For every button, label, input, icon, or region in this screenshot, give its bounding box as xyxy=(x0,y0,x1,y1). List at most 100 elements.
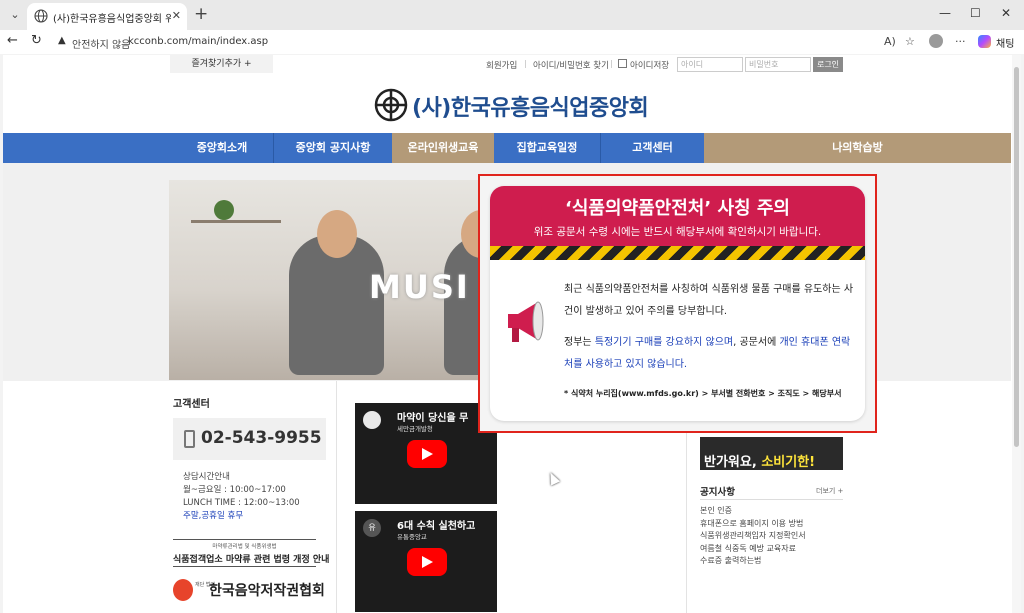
password-input[interactable]: 비밀번호 xyxy=(745,57,811,72)
notices-divider xyxy=(700,499,843,500)
signup-link[interactable]: 회원가입 xyxy=(486,59,517,71)
plant-decoration xyxy=(214,200,234,220)
notices-list: 본인 인증 휴대폰으로 홈페이지 이용 방법 식품위생관리책임자 지정확인서 여… xyxy=(700,505,806,568)
new-tab-button[interactable]: + xyxy=(194,4,208,24)
login-button[interactable]: 로그인 xyxy=(813,57,843,72)
profile-avatar[interactable] xyxy=(929,34,943,48)
channel-icon xyxy=(363,411,381,429)
popup-card: ‘식품의약품안전처’ 사칭 주의 위조 공문서 수령 시에는 반드시 해당부서에… xyxy=(490,186,865,421)
phone-box: 02-543-9955 xyxy=(173,418,326,460)
globe-icon xyxy=(34,9,48,23)
menu-item-my-study[interactable]: 나의학습방 xyxy=(704,133,1011,163)
notices-more-link[interactable]: 더보기 + xyxy=(816,486,843,496)
url-field[interactable]: ▲ 안전하지 않음 kcconb.com/main/index.asp xyxy=(52,32,922,52)
video-title: 마약이 당신을 무 xyxy=(397,413,469,424)
maximize-button[interactable]: ☐ xyxy=(970,6,981,20)
list-item[interactable]: 수료증 출력하는법 xyxy=(700,555,806,568)
popup-paragraph-1: 최근 식품의약품안전처를 사칭하여 식품위생 물품 구매를 유도하는 사건이 발… xyxy=(564,284,854,317)
customer-center-title: 고객센터 xyxy=(173,399,210,410)
address-bar-row: ← ↻ ▲ 안전하지 않음 kcconb.com/main/index.asp … xyxy=(0,30,1024,54)
list-item[interactable]: 휴대폰으로 홈페이지 이용 방법 xyxy=(700,518,806,531)
tab-title: (사)한국유흥음식업중앙회 위생교 xyxy=(53,14,171,25)
separator: | xyxy=(610,59,613,68)
main-menu: 중앙회소개 중앙회 공지사항 온라인위생교육 집합교육일정 고객센터 나의학습방 xyxy=(3,133,1011,163)
browser-tab[interactable]: (사)한국유흥음식업중앙회 위생교 ✕ xyxy=(27,3,187,30)
menu-item-online-education[interactable]: 온라인위생교육 xyxy=(392,133,494,163)
komca-banner[interactable]: 재단 법인 한국음악저작권협회 xyxy=(173,577,325,605)
para2-a: 정부는 xyxy=(564,337,595,348)
add-favorites-button[interactable]: 즐겨찾기추가 + xyxy=(170,55,273,73)
back-button[interactable]: ← xyxy=(7,33,18,48)
para2-b: 특정기기 구매를 강요하지 않으며 xyxy=(594,337,734,348)
lunch-hours: LUNCH TIME : 12:00~13:00 xyxy=(183,498,300,508)
column-divider xyxy=(336,381,337,613)
reload-button[interactable]: ↻ xyxy=(31,33,42,48)
favorite-star-icon[interactable]: ☆ xyxy=(905,35,915,48)
menu-item-notices[interactable]: 중앙회 공지사항 xyxy=(274,133,392,163)
id-input[interactable]: 아이디 xyxy=(677,57,743,72)
popup-footer: * 식약처 누리집(www.mfds.go.kr) > 부서별 전화번호 > 조… xyxy=(564,389,842,398)
weekday-hours: 월~금요일 : 10:00~17:00 xyxy=(183,485,286,495)
video-thumbnail[interactable]: 마약이 당신을 무 세만금개발청 xyxy=(355,403,497,504)
phone-icon xyxy=(184,430,195,448)
video-thumbnail[interactable]: 유 6대 수칙 실천하고 유통중앙교 xyxy=(355,511,497,612)
site-logo[interactable]: (사)한국유흥음식업중앙회 xyxy=(374,87,684,123)
list-item[interactable]: 식품위생관리책임자 지정확인서 xyxy=(700,530,806,543)
video-title: 6대 수칙 실천하고 xyxy=(397,521,476,532)
scrollbar-thumb[interactable] xyxy=(1014,67,1019,447)
megaphone-icon xyxy=(508,301,544,342)
play-icon[interactable] xyxy=(407,548,447,576)
save-id-label: 아이디저장 xyxy=(630,61,670,71)
banner-text: MUSI xyxy=(369,268,470,306)
copilot-icon[interactable] xyxy=(978,35,991,48)
closed-days: 주말,공휴일 휴무 xyxy=(183,511,244,521)
site-name: (사)한국유흥음식업중앙회 xyxy=(412,96,649,121)
shelf-decoration xyxy=(191,220,281,223)
popup-subtitle: 위조 공문서 수령 시에는 반드시 해당부서에 확인하시기 바랍니다. xyxy=(533,226,822,238)
more-options-icon[interactable]: ··· xyxy=(955,35,966,48)
tab-list-button[interactable]: ⌄ xyxy=(6,6,24,24)
read-aloud-icon[interactable]: A) xyxy=(884,35,896,48)
tab-close-icon[interactable]: ✕ xyxy=(172,9,181,22)
popup-title: ‘식품의약품안전처’ 사칭 주의 xyxy=(565,198,790,219)
banner-image[interactable]: MUSI xyxy=(169,180,494,380)
menu-item-customer-center[interactable]: 고객센터 xyxy=(601,133,704,163)
separator: | xyxy=(524,59,527,68)
notice-banner-small: 마약류관리법 및 식품위생법 xyxy=(212,544,277,550)
consult-hours: 상담시간안내 월~금요일 : 10:00~17:00 LUNCH TIME : … xyxy=(183,471,300,523)
url-text[interactable]: kcconb.com/main/index.asp xyxy=(128,36,268,47)
banner-text-b: 소비기한! xyxy=(761,455,816,470)
notices-title: 공지사항 xyxy=(700,487,735,498)
list-item[interactable]: 본인 인증 xyxy=(700,505,806,518)
warning-icon[interactable]: ▲ xyxy=(58,35,66,46)
menu-item-group-schedule[interactable]: 집합교육일정 xyxy=(494,133,600,163)
save-id-checkbox[interactable] xyxy=(618,59,627,68)
komca-logo-icon xyxy=(173,579,193,601)
browser-tab-bar: ⌄ (사)한국유흥음식업중앙회 위생교 ✕ + — ☐ ✕ xyxy=(0,0,1024,30)
banner-text-a: 반가워요, xyxy=(704,455,762,470)
list-item[interactable]: 여름철 식중독 예방 교육자료 xyxy=(700,543,806,556)
person-head xyxy=(317,210,357,258)
phone-number[interactable]: 02-543-9955 xyxy=(201,428,322,448)
menu-item-about[interactable]: 중앙회소개 xyxy=(171,133,273,163)
find-id-password-link[interactable]: 아이디/비밀번호 찾기 xyxy=(533,59,609,71)
expiry-banner-text: 반가워요, 소비기한! xyxy=(704,451,815,470)
window-close-button[interactable]: ✕ xyxy=(1001,6,1011,20)
expiry-date-banner[interactable]: 반가워요, 소비기한! xyxy=(700,437,843,470)
drug-law-notice-banner[interactable]: 마약류관리법 및 식품위생법 식품접객업소 마약류 관련 법령 개정 안내 xyxy=(173,539,330,567)
warning-popup[interactable]: ‘식품의약품안전처’ 사칭 주의 위조 공문서 수령 시에는 반드시 해당부서에… xyxy=(478,174,877,433)
insecure-label: 안전하지 않음 xyxy=(72,40,131,51)
popup-paragraph-2: 정부는 특정기기 구매를 강요하지 않으며, 공문서에 개인 휴대폰 연락처를 … xyxy=(564,332,854,376)
video-channel: 세만금개발청 xyxy=(397,425,433,433)
komca-name: 한국음악저작권협회 xyxy=(209,583,325,599)
play-icon[interactable] xyxy=(407,440,447,468)
video-channel: 유통중앙교 xyxy=(397,533,427,541)
para2-c: , 공문서에 xyxy=(733,337,780,348)
chat-button[interactable]: 채팅 xyxy=(996,35,1014,50)
minimize-button[interactable]: — xyxy=(939,6,951,20)
channel-icon: 유 xyxy=(363,519,381,537)
utility-nav: 즐겨찾기추가 + 회원가입 | 아이디/비밀번호 찾기 | 아이디저장 아이디 … xyxy=(3,55,1021,75)
notice-banner-title: 식품접객업소 마약류 관련 법령 개정 안내 xyxy=(173,555,330,565)
popup-header: ‘식품의약품안전처’ 사칭 주의 위조 공문서 수령 시에는 반드시 해당부서에… xyxy=(490,186,865,246)
page-scrollbar[interactable] xyxy=(1012,55,1021,613)
